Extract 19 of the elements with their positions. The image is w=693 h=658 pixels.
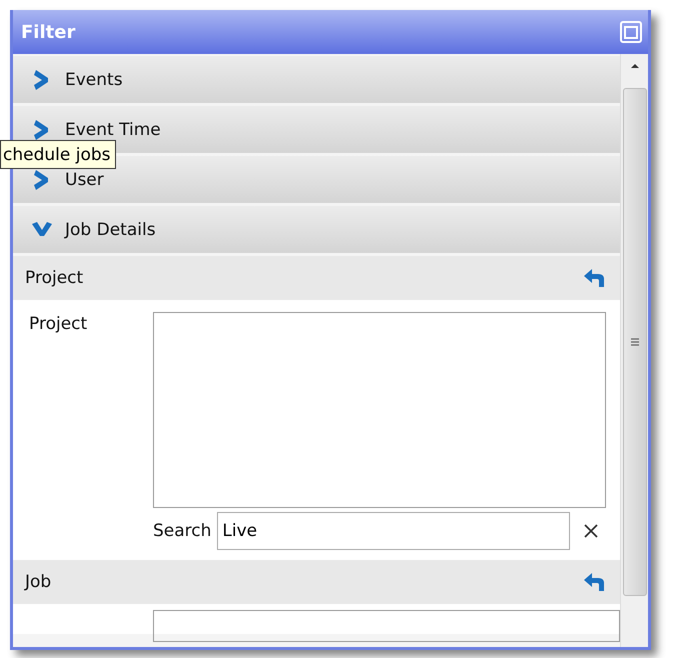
tooltip: chedule jobs (0, 140, 116, 169)
maximize-button[interactable] (620, 21, 642, 43)
reset-button[interactable] (582, 266, 606, 290)
scroll-thumb[interactable] (622, 88, 646, 596)
window-title: Filter (21, 22, 76, 42)
grip-icon (630, 337, 640, 347)
close-icon (584, 524, 598, 538)
group-title: Project (25, 268, 84, 288)
undo-arrow-icon (582, 266, 606, 290)
section-header[interactable]: Job Details (13, 206, 620, 253)
section-header[interactable]: Events (13, 56, 620, 103)
scrollbar[interactable] (620, 54, 648, 647)
group-title: Job (25, 572, 52, 592)
reset-button[interactable] (582, 570, 606, 594)
search-label: Search (153, 521, 212, 541)
search-field[interactable]: Live (217, 512, 570, 550)
input-field[interactable] (153, 610, 620, 642)
field-label: Project (29, 313, 88, 336)
undo-arrow-icon (582, 570, 606, 594)
